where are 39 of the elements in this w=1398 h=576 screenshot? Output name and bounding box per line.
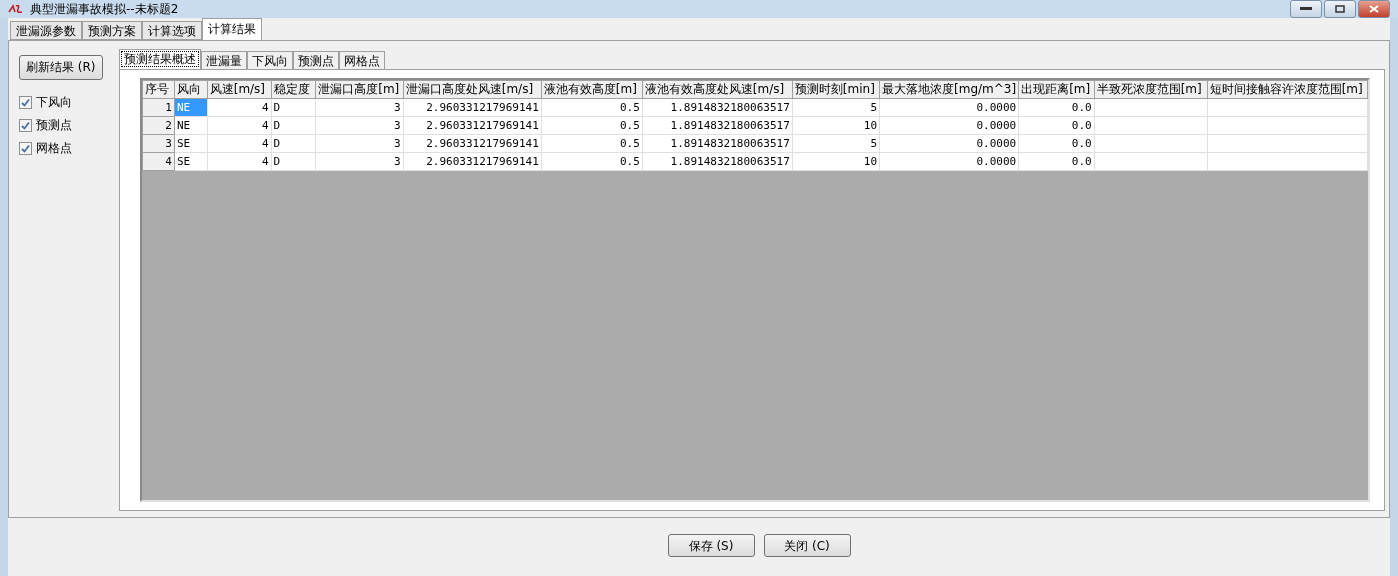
close-button[interactable] bbox=[1358, 0, 1390, 18]
sub-tab[interactable]: 预测点 bbox=[293, 51, 339, 69]
column-header[interactable]: 最大落地浓度[mg/m^3] bbox=[879, 80, 1019, 99]
column-header[interactable]: 液池有效高度[m] bbox=[541, 80, 643, 99]
checkbox-label: 下风向 bbox=[36, 94, 72, 111]
tab[interactable]: 预测方案 bbox=[82, 21, 142, 40]
maximize-icon bbox=[1335, 5, 1345, 13]
tab[interactable]: 计算选项 bbox=[142, 21, 202, 40]
minimize-button[interactable] bbox=[1290, 0, 1322, 18]
window-title: 典型泄漏事故模拟--未标题2 bbox=[30, 0, 180, 18]
column-header[interactable]: 泄漏口高度处风速[m/s] bbox=[403, 80, 542, 99]
checkbox-label: 网格点 bbox=[36, 140, 72, 157]
checkbox[interactable] bbox=[19, 142, 32, 155]
sub-tab[interactable]: 泄漏量 bbox=[201, 51, 247, 69]
tab[interactable]: 泄漏源参数 bbox=[10, 21, 82, 40]
column-header[interactable]: 风速[m/s] bbox=[207, 80, 271, 99]
column-header[interactable]: 风向 bbox=[174, 80, 208, 99]
column-header[interactable]: 半致死浓度范围[m] bbox=[1094, 80, 1208, 99]
column-header[interactable]: 泄漏口高度[m] bbox=[315, 80, 404, 99]
app-logo-icon bbox=[8, 4, 24, 14]
column-header[interactable]: 序号 bbox=[142, 80, 175, 99]
sub-tab[interactable]: 下风向 bbox=[247, 51, 293, 69]
close-icon bbox=[1369, 5, 1379, 13]
dialog-button[interactable]: 关闭 (C) bbox=[763, 534, 851, 557]
tab[interactable]: 计算结果 bbox=[202, 18, 262, 40]
column-header[interactable]: 液池有效高度处风速[m/s] bbox=[642, 80, 793, 99]
minimize-icon bbox=[1300, 7, 1312, 11]
column-header[interactable]: 短时间接触容许浓度范围[m] bbox=[1207, 80, 1368, 99]
checkbox-label: 预测点 bbox=[36, 117, 72, 134]
column-header[interactable]: 稳定度 bbox=[271, 80, 316, 99]
dialog-button[interactable]: 保存 (S) bbox=[667, 534, 755, 557]
maximize-button[interactable] bbox=[1324, 0, 1356, 18]
sub-tab[interactable]: 网格点 bbox=[339, 51, 385, 69]
column-header[interactable]: 出现距离[m] bbox=[1018, 80, 1095, 99]
refresh-button[interactable]: 刷新结果 (R) bbox=[19, 55, 103, 80]
column-header[interactable]: 预测时刻[min] bbox=[792, 80, 880, 99]
sub-tab[interactable]: 预测结果概述 bbox=[119, 49, 201, 69]
checkbox[interactable] bbox=[19, 119, 32, 132]
checkbox[interactable] bbox=[19, 96, 32, 109]
